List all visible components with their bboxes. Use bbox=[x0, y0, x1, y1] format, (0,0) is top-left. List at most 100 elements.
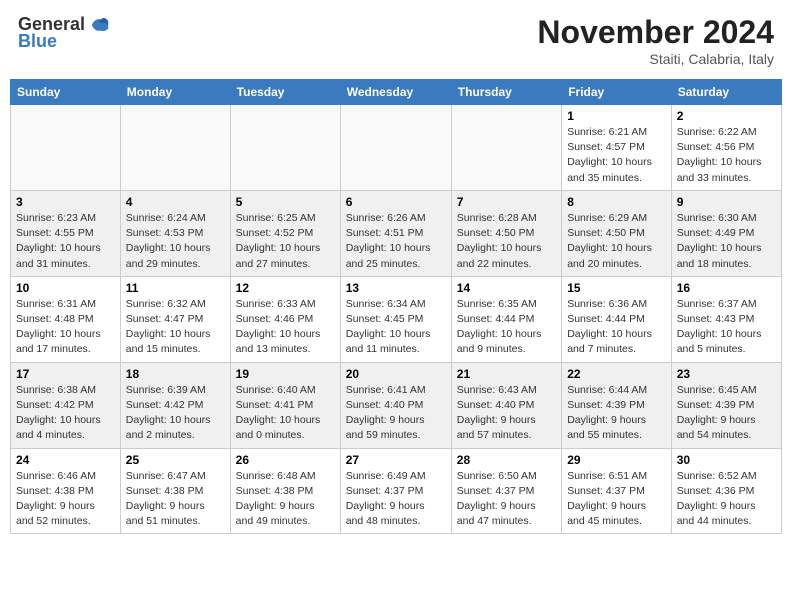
calendar-day-cell: 18 Sunrise: 6:39 AMSunset: 4:42 PMDayligh… bbox=[120, 362, 230, 448]
calendar-day-cell: 26 Sunrise: 6:48 AMSunset: 4:38 PMDayligh… bbox=[230, 448, 340, 534]
day-number: 10 bbox=[16, 281, 115, 295]
calendar-day-cell: 9Sunrise: 6:30 AMSunset: 4:49 PMDaylight… bbox=[671, 190, 781, 276]
calendar-day-cell: 27 Sunrise: 6:49 AMSunset: 4:37 PMDayligh… bbox=[340, 448, 451, 534]
logo-icon bbox=[88, 14, 110, 36]
day-info: Sunrise: 6:37 AMSunset: 4:43 PMDaylight:… bbox=[677, 297, 776, 358]
calendar-day-cell: 28 Sunrise: 6:50 AMSunset: 4:37 PMDayligh… bbox=[451, 448, 561, 534]
day-number: 4 bbox=[126, 195, 225, 209]
day-number: 24 bbox=[16, 453, 115, 467]
calendar-day-cell: 21Sunrise: 6:43 AMSunset: 4:40 PMDayligh… bbox=[451, 362, 561, 448]
calendar-day-cell: 25 Sunrise: 6:47 AMSunset: 4:38 PMDayligh… bbox=[120, 448, 230, 534]
day-number: 28 bbox=[457, 453, 556, 467]
calendar-week-row: 10 Sunrise: 6:31 AMSunset: 4:48 PMDayligh… bbox=[11, 276, 782, 362]
day-info: Sunrise: 6:40 AMSunset: 4:41 PMDaylight:… bbox=[236, 383, 335, 444]
day-number: 14 bbox=[457, 281, 556, 295]
day-info: Sunrise: 6:46 AMSunset: 4:38 PMDaylight:… bbox=[16, 469, 115, 530]
day-number: 19 bbox=[236, 367, 335, 381]
calendar-day-cell: 15 Sunrise: 6:36 AMSunset: 4:44 PMDayligh… bbox=[562, 276, 672, 362]
calendar-day-cell: 7 Sunrise: 6:28 AMSunset: 4:50 PMDaylight… bbox=[451, 190, 561, 276]
day-info: Sunrise: 6:36 AMSunset: 4:44 PMDaylight:… bbox=[567, 297, 666, 358]
calendar-week-row: 17 Sunrise: 6:38 AMSunset: 4:42 PMDayligh… bbox=[11, 362, 782, 448]
day-info: Sunrise: 6:44 AMSunset: 4:39 PMDaylight:… bbox=[567, 383, 666, 444]
day-info: Sunrise: 6:49 AMSunset: 4:37 PMDaylight:… bbox=[346, 469, 446, 530]
day-info: Sunrise: 6:29 AMSunset: 4:50 PMDaylight:… bbox=[567, 211, 666, 272]
weekday-header-saturday: Saturday bbox=[671, 80, 781, 105]
calendar-day-cell bbox=[340, 105, 451, 191]
day-info: Sunrise: 6:45 AMSunset: 4:39 PMDaylight:… bbox=[677, 383, 776, 444]
day-info: Sunrise: 6:39 AMSunset: 4:42 PMDaylight:… bbox=[126, 383, 225, 444]
weekday-header-wednesday: Wednesday bbox=[340, 80, 451, 105]
day-number: 8 bbox=[567, 195, 666, 209]
calendar-day-cell bbox=[230, 105, 340, 191]
day-number: 25 bbox=[126, 453, 225, 467]
day-number: 9 bbox=[677, 195, 776, 209]
day-info: Sunrise: 6:35 AMSunset: 4:44 PMDaylight:… bbox=[457, 297, 556, 358]
day-number: 1 bbox=[567, 109, 666, 123]
calendar-day-cell bbox=[451, 105, 561, 191]
calendar-day-cell: 6Sunrise: 6:26 AMSunset: 4:51 PMDaylight… bbox=[340, 190, 451, 276]
day-info: Sunrise: 6:41 AMSunset: 4:40 PMDaylight:… bbox=[346, 383, 446, 444]
calendar-day-cell: 10 Sunrise: 6:31 AMSunset: 4:48 PMDayligh… bbox=[11, 276, 121, 362]
day-number: 11 bbox=[126, 281, 225, 295]
day-number: 2 bbox=[677, 109, 776, 123]
day-number: 26 bbox=[236, 453, 335, 467]
day-info: Sunrise: 6:24 AMSunset: 4:53 PMDaylight:… bbox=[126, 211, 225, 272]
calendar-day-cell: 14 Sunrise: 6:35 AMSunset: 4:44 PMDayligh… bbox=[451, 276, 561, 362]
day-info: Sunrise: 6:52 AMSunset: 4:36 PMDaylight:… bbox=[677, 469, 776, 530]
title-area: November 2024 Staiti, Calabria, Italy bbox=[537, 14, 774, 67]
day-number: 17 bbox=[16, 367, 115, 381]
calendar-day-cell: 5 Sunrise: 6:25 AMSunset: 4:52 PMDaylight… bbox=[230, 190, 340, 276]
weekday-header-monday: Monday bbox=[120, 80, 230, 105]
day-number: 20 bbox=[346, 367, 446, 381]
calendar-day-cell bbox=[120, 105, 230, 191]
day-info: Sunrise: 6:28 AMSunset: 4:50 PMDaylight:… bbox=[457, 211, 556, 272]
weekday-header-thursday: Thursday bbox=[451, 80, 561, 105]
day-number: 23 bbox=[677, 367, 776, 381]
day-info: Sunrise: 6:48 AMSunset: 4:38 PMDaylight:… bbox=[236, 469, 335, 530]
day-number: 29 bbox=[567, 453, 666, 467]
day-number: 30 bbox=[677, 453, 776, 467]
month-title: November 2024 bbox=[537, 14, 774, 51]
calendar-day-cell: 11Sunrise: 6:32 AMSunset: 4:47 PMDayligh… bbox=[120, 276, 230, 362]
day-info: Sunrise: 6:25 AMSunset: 4:52 PMDaylight:… bbox=[236, 211, 335, 272]
calendar-day-cell: 2 Sunrise: 6:22 AMSunset: 4:56 PMDaylight… bbox=[671, 105, 781, 191]
day-info: Sunrise: 6:22 AMSunset: 4:56 PMDaylight:… bbox=[677, 125, 776, 186]
day-number: 7 bbox=[457, 195, 556, 209]
weekday-header-tuesday: Tuesday bbox=[230, 80, 340, 105]
day-info: Sunrise: 6:38 AMSunset: 4:42 PMDaylight:… bbox=[16, 383, 115, 444]
day-info: Sunrise: 6:23 AMSunset: 4:55 PMDaylight:… bbox=[16, 211, 115, 272]
day-number: 18 bbox=[126, 367, 225, 381]
day-number: 6 bbox=[346, 195, 446, 209]
calendar-day-cell: 1 Sunrise: 6:21 AMSunset: 4:57 PMDaylight… bbox=[562, 105, 672, 191]
calendar-week-row: 24 Sunrise: 6:46 AMSunset: 4:38 PMDayligh… bbox=[11, 448, 782, 534]
day-info: Sunrise: 6:50 AMSunset: 4:37 PMDaylight:… bbox=[457, 469, 556, 530]
day-number: 15 bbox=[567, 281, 666, 295]
day-number: 16 bbox=[677, 281, 776, 295]
day-info: Sunrise: 6:34 AMSunset: 4:45 PMDaylight:… bbox=[346, 297, 446, 358]
day-number: 27 bbox=[346, 453, 446, 467]
calendar-day-cell: 29Sunrise: 6:51 AMSunset: 4:37 PMDayligh… bbox=[562, 448, 672, 534]
calendar-day-cell: 23 Sunrise: 6:45 AMSunset: 4:39 PMDayligh… bbox=[671, 362, 781, 448]
calendar-day-cell: 20 Sunrise: 6:41 AMSunset: 4:40 PMDayligh… bbox=[340, 362, 451, 448]
calendar-day-cell: 17 Sunrise: 6:38 AMSunset: 4:42 PMDayligh… bbox=[11, 362, 121, 448]
weekday-header-sunday: Sunday bbox=[11, 80, 121, 105]
calendar-day-cell: 3 Sunrise: 6:23 AMSunset: 4:55 PMDaylight… bbox=[11, 190, 121, 276]
day-info: Sunrise: 6:33 AMSunset: 4:46 PMDaylight:… bbox=[236, 297, 335, 358]
weekday-header-row: SundayMondayTuesdayWednesdayThursdayFrid… bbox=[11, 80, 782, 105]
day-info: Sunrise: 6:31 AMSunset: 4:48 PMDaylight:… bbox=[16, 297, 115, 358]
day-number: 3 bbox=[16, 195, 115, 209]
calendar-day-cell: 16 Sunrise: 6:37 AMSunset: 4:43 PMDayligh… bbox=[671, 276, 781, 362]
day-number: 5 bbox=[236, 195, 335, 209]
page-header: General Blue November 2024 Staiti, Calab… bbox=[10, 10, 782, 71]
calendar-day-cell: 13Sunrise: 6:34 AMSunset: 4:45 PMDayligh… bbox=[340, 276, 451, 362]
logo-blue-text: Blue bbox=[18, 31, 57, 51]
day-number: 22 bbox=[567, 367, 666, 381]
calendar-day-cell: 24 Sunrise: 6:46 AMSunset: 4:38 PMDayligh… bbox=[11, 448, 121, 534]
calendar-day-cell: 8 Sunrise: 6:29 AMSunset: 4:50 PMDaylight… bbox=[562, 190, 672, 276]
day-info: Sunrise: 6:21 AMSunset: 4:57 PMDaylight:… bbox=[567, 125, 666, 186]
calendar-week-row: 3 Sunrise: 6:23 AMSunset: 4:55 PMDaylight… bbox=[11, 190, 782, 276]
logo: General Blue bbox=[18, 14, 110, 52]
day-info: Sunrise: 6:47 AMSunset: 4:38 PMDaylight:… bbox=[126, 469, 225, 530]
calendar-table: SundayMondayTuesdayWednesdayThursdayFrid… bbox=[10, 79, 782, 534]
calendar-day-cell: 30 Sunrise: 6:52 AMSunset: 4:36 PMDayligh… bbox=[671, 448, 781, 534]
